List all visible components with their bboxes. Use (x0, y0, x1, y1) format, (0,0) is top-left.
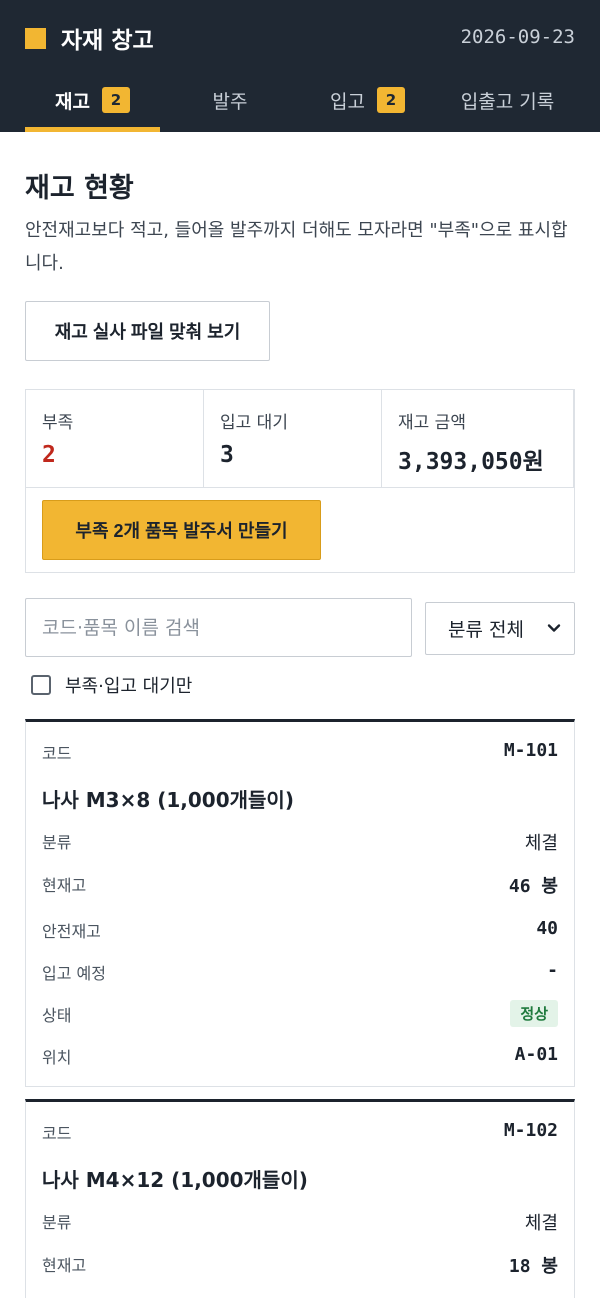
item-location-row: 위치 A-01 (42, 1044, 558, 1072)
item-category-row: 분류 체결 (42, 829, 558, 857)
search-input[interactable] (25, 598, 412, 657)
tab-orders[interactable]: 발주 (160, 68, 300, 132)
stat-label: 부족 (42, 413, 74, 433)
app-title: 자재 창고 (61, 28, 154, 54)
item-name: 나사 M4×12 (1,000개들이) (42, 1168, 308, 1192)
item-on-hand-row: 현재고 18 봉 (42, 1252, 558, 1280)
page-title: 재고 현황 (25, 173, 134, 204)
item-name: 나사 M3×8 (1,000개들이) (42, 788, 294, 812)
tab-count-badge: 2 (101, 87, 130, 113)
shortage-filter-checkbox[interactable] (31, 675, 51, 695)
shortage-filter[interactable]: 부족·입고 대기만 (31, 673, 192, 697)
item-location: A-01 (514, 1044, 558, 1065)
stat-label: 재고 금액 (398, 413, 466, 433)
safety-stock-label: 안전재고 (42, 922, 101, 941)
category-label: 분류 (42, 1213, 72, 1232)
code-label: 코드 (42, 1124, 72, 1143)
page-description: 안전재고보다 적고, 들어올 발주까지 더해도 모자라면 "부족"으로 표시합니… (25, 220, 568, 274)
stat-value: 3,393,050원 (398, 449, 544, 475)
item-code: M-102 (503, 1120, 558, 1141)
status-badge: 정상 (510, 1000, 558, 1027)
incoming-label: 입고 예정 (42, 964, 106, 983)
item-status-wrap: 정상 (510, 1000, 558, 1027)
reconcile-button[interactable]: 재고 실사 파일 맞춰 보기 (25, 301, 270, 361)
item-on-hand: 18 봉 (508, 1256, 558, 1277)
item-status-row: 상태 정상 (42, 1000, 558, 1034)
item-incoming: - (547, 960, 558, 981)
category-select-value: 분류 전체 (448, 619, 524, 641)
code-label: 코드 (42, 744, 72, 763)
tab-label: 재고 (55, 90, 90, 113)
brand-logo-icon (25, 27, 46, 49)
stat-value: 2 (42, 442, 56, 468)
item-incoming-row: 입고 예정 - (42, 960, 558, 988)
chevron-down-icon (547, 624, 561, 632)
item-category: 체결 (524, 833, 558, 854)
stat-pending: 입고 대기 3 (204, 390, 382, 488)
item-card: 코드 M-102 나사 M4×12 (1,000개들이) 분류 체결 현재고 1… (25, 1099, 575, 1298)
stat-amount: 재고 금액 3,393,050원 (382, 390, 574, 488)
category-label: 분류 (42, 833, 72, 852)
item-card: 코드 M-101 나사 M3×8 (1,000개들이) 분류 체결 현재고 46… (25, 719, 575, 1087)
tab-label: 입고 (330, 90, 365, 113)
tab-receiving[interactable]: 입고 2 (300, 68, 435, 132)
app-header: 자재 창고 2026-09-23 재고 2 발주 입고 2 입출고 기록 (0, 0, 600, 132)
item-code-row: 코드 M-101 (42, 740, 558, 768)
category-select[interactable]: 분류 전체 (425, 602, 575, 655)
item-on-hand-row: 현재고 46 봉 (42, 872, 558, 900)
create-order-button[interactable]: 부족 2개 품목 발주서 만들기 (42, 500, 321, 560)
status-label: 상태 (42, 1006, 72, 1025)
location-label: 위치 (42, 1048, 72, 1067)
on-hand-label: 현재고 (42, 876, 87, 895)
item-code-row: 코드 M-102 (42, 1120, 558, 1148)
summary-panel: 부족 2 입고 대기 3 재고 금액 3,393,050원 부족 2개 품목 발… (25, 389, 575, 573)
item-category: 체결 (524, 1213, 558, 1234)
item-code: M-101 (503, 740, 558, 761)
main-tabs: 재고 2 발주 입고 2 입출고 기록 (0, 68, 600, 132)
tab-label: 발주 (212, 90, 248, 113)
shortage-filter-label: 부족·입고 대기만 (65, 676, 193, 697)
tab-count-badge: 2 (376, 87, 405, 113)
stat-shortage: 부족 2 (26, 390, 204, 488)
stat-value: 3 (220, 442, 234, 468)
tab-inventory[interactable]: 재고 2 (25, 68, 160, 132)
stat-label: 입고 대기 (220, 413, 288, 433)
active-tab-indicator (25, 127, 160, 132)
item-on-hand: 46 봉 (508, 876, 558, 897)
tab-label: 입출고 기록 (460, 90, 555, 113)
item-category-row: 분류 체결 (42, 1209, 558, 1237)
item-safety-stock-row: 안전재고 40 (42, 918, 558, 946)
current-date: 2026-09-23 (460, 26, 575, 48)
tab-history[interactable]: 입출고 기록 (435, 68, 580, 132)
on-hand-label: 현재고 (42, 1256, 87, 1275)
brand: 자재 창고 (25, 22, 154, 54)
item-safety-stock: 40 (536, 918, 558, 939)
